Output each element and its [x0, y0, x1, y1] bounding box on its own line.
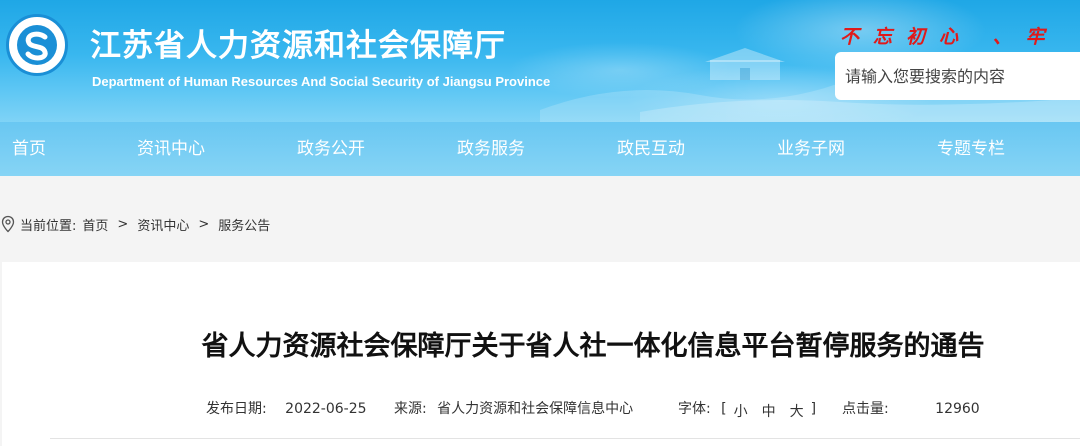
source-value: 省人力资源和社会保障信息中心: [437, 401, 634, 417]
nav-item-government-affairs[interactable]: 政务公开: [297, 122, 365, 176]
publish-date-label: 发布日期:: [206, 401, 267, 417]
breadcrumb-item-news-center[interactable]: 资讯中心: [137, 215, 189, 234]
breadcrumb-item-service-notices[interactable]: 服务公告: [218, 215, 270, 234]
publish-date: 发布日期: 2022-06-25: [206, 398, 367, 418]
font-size-bracket-open: [: [721, 401, 727, 417]
site-subtitle-english: Department of Human Resources And Social…: [92, 74, 551, 89]
source-label: 来源:: [394, 401, 427, 417]
breadcrumb-separator: >: [117, 216, 129, 232]
click-count-value: 12960: [935, 401, 980, 417]
main-nav: 首页 资讯中心 政务公开 政务服务 政民互动 业务子网 专题专栏: [0, 122, 1080, 176]
site-title[interactable]: 江苏省人力资源和社会保障厅: [90, 20, 506, 65]
nav-item-home[interactable]: 首页: [12, 122, 46, 176]
site-header: 江苏省人力资源和社会保障厅 Department of Human Resour…: [0, 0, 1080, 122]
font-size-bracket-close: ]: [810, 401, 817, 417]
nav-item-business-subsites[interactable]: 业务子网: [777, 122, 845, 176]
click-count: 点击量: 12960: [842, 398, 980, 418]
breadcrumb-prefix: 当前位置:: [20, 218, 77, 234]
nav-item-news-center[interactable]: 资讯中心: [137, 122, 205, 176]
font-size-label: 字体:: [678, 401, 711, 417]
meta-divider: [50, 438, 1080, 439]
article-title: 省人力资源社会保障厅关于省人社一体化信息平台暂停服务的通告: [201, 331, 985, 362]
font-size-medium-button[interactable]: 中: [762, 401, 776, 421]
location-pin-icon: [1, 215, 15, 233]
search-input[interactable]: [845, 66, 1075, 86]
publish-date-value: 2022-06-25: [285, 401, 367, 417]
search-box[interactable]: [835, 52, 1080, 100]
nav-item-public-interaction[interactable]: 政民互动: [617, 122, 685, 176]
font-size-control: 字体: [ 小 中 大 ]: [678, 398, 816, 421]
logo-s-mark: [25, 31, 48, 61]
nav-item-government-services[interactable]: 政务服务: [457, 122, 525, 176]
breadcrumb-separator: >: [198, 216, 210, 232]
logo-emblem-icon[interactable]: [6, 14, 68, 76]
header-slogan: 不忘初心 、牢: [840, 26, 1059, 48]
font-size-large-button[interactable]: 大: [790, 401, 804, 421]
font-size-small-button[interactable]: 小: [734, 401, 748, 421]
nav-item-special-topics[interactable]: 专题专栏: [937, 122, 1005, 176]
article-source: 来源: 省人力资源和社会保障信息中心: [394, 398, 633, 418]
breadcrumb: 当前位置: 首页 > 资讯中心 > 服务公告: [0, 210, 270, 238]
logo-emblem-core: [17, 25, 57, 65]
article-panel: 省人力资源社会保障厅关于省人社一体化信息平台暂停服务的通告 发布日期: 2022…: [2, 262, 1080, 446]
click-count-label: 点击量:: [842, 401, 889, 417]
breadcrumb-item-home[interactable]: 首页: [82, 215, 108, 234]
